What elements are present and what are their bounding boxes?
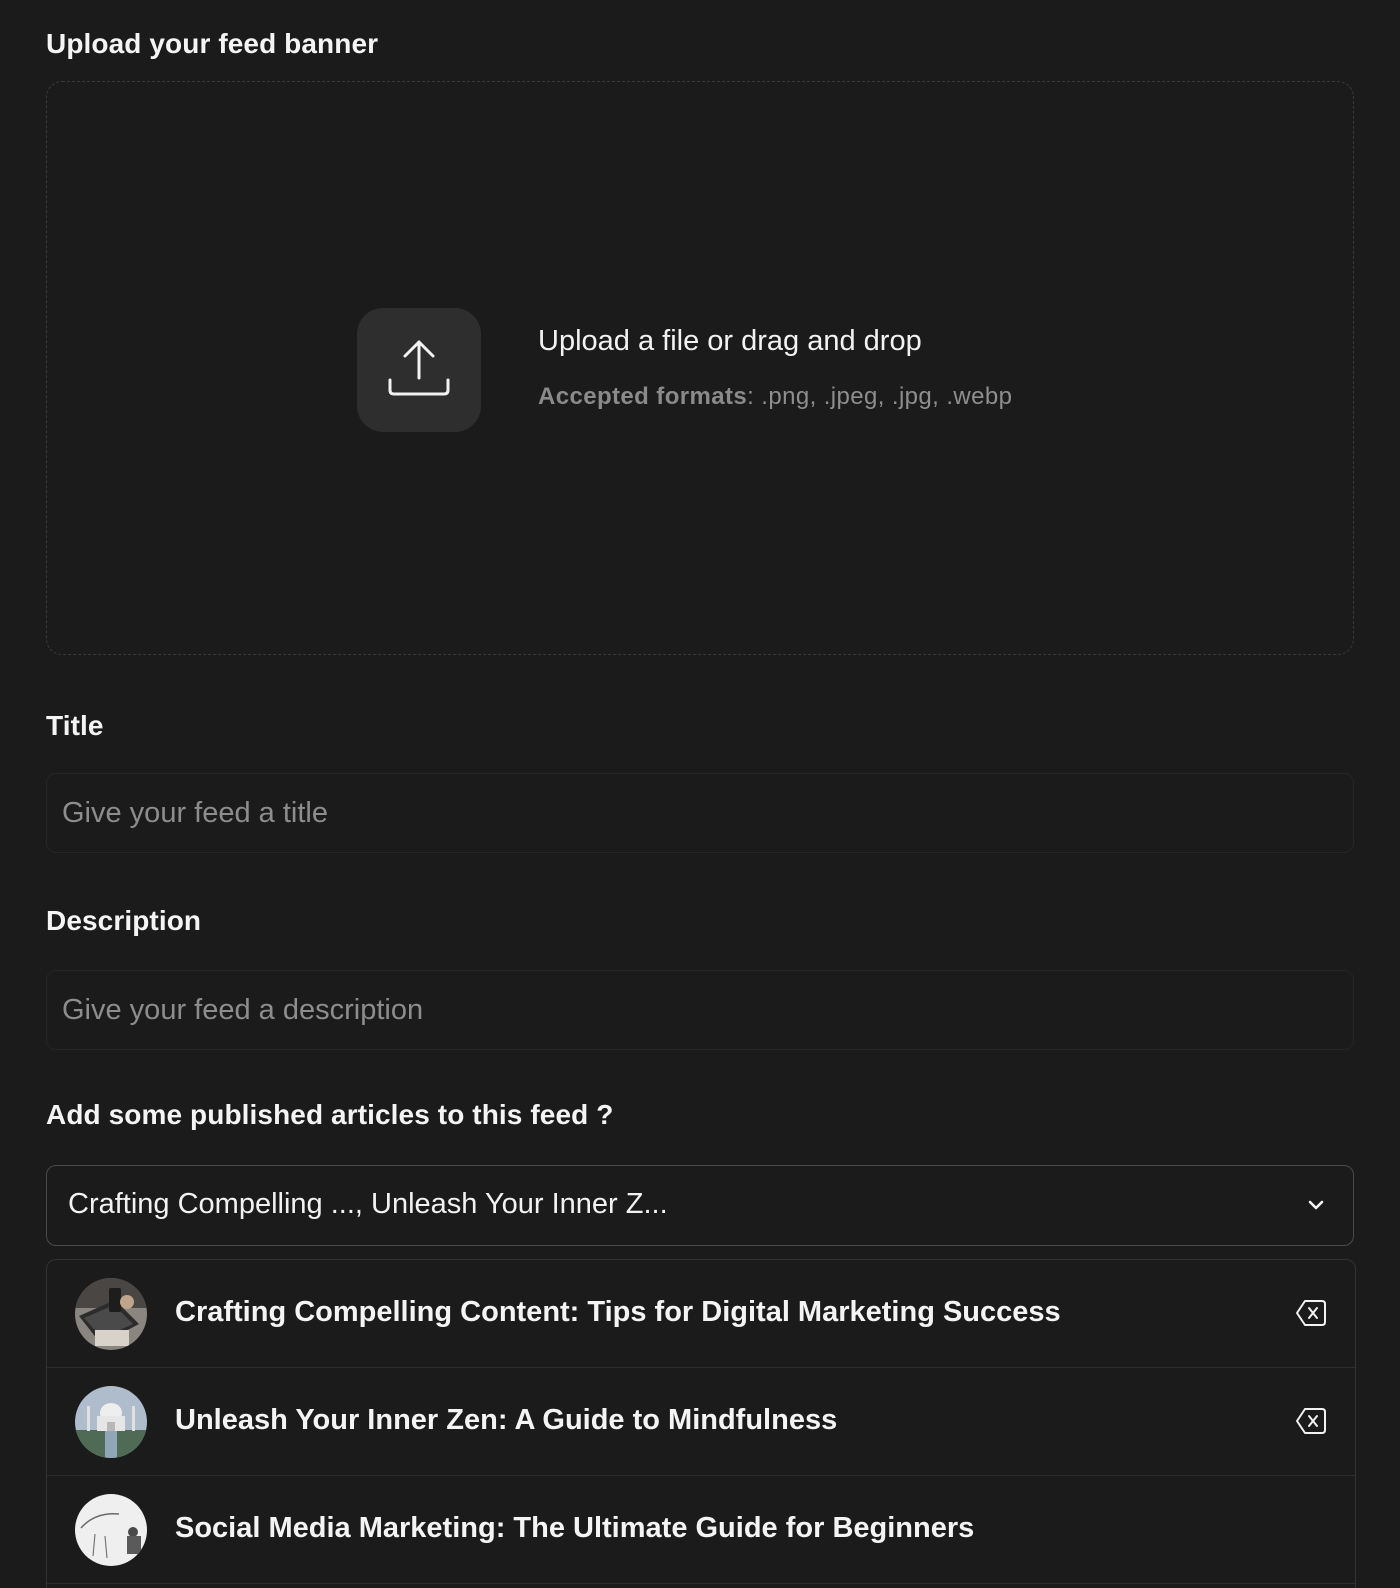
title-input[interactable] xyxy=(46,773,1354,853)
upload-button[interactable] xyxy=(357,308,481,432)
article-thumbnail xyxy=(75,1494,147,1566)
banner-label: Upload your feed banner xyxy=(46,28,379,59)
upload-icon xyxy=(387,336,451,405)
article-title: Social Media Marketing: The Ultimate Gui… xyxy=(175,1512,975,1544)
article-title: Crafting Compelling Content: Tips for Di… xyxy=(175,1296,1061,1328)
accepted-formats: Accepted formats: .png, .jpeg, .jpg, .we… xyxy=(538,383,1012,411)
articles-select[interactable]: Crafting Compelling ..., Unleash Your In… xyxy=(46,1165,1354,1246)
description-input[interactable] xyxy=(46,970,1354,1050)
description-label: Description xyxy=(46,905,202,936)
articles-options-list: Crafting Compelling Content: Tips for Di… xyxy=(46,1259,1356,1588)
chevron-down-icon xyxy=(1307,1196,1325,1219)
article-thumbnail xyxy=(75,1278,147,1350)
article-option[interactable]: Crafting Compelling Content: Tips for Di… xyxy=(47,1260,1355,1368)
articles-label: Add some published articles to this feed… xyxy=(46,1099,614,1130)
create-feed-form: Upload your feed banner Upload a file or… xyxy=(0,0,1400,1588)
articles-selected-summary: Crafting Compelling ..., Unleash Your In… xyxy=(68,1188,668,1220)
article-thumbnail xyxy=(75,1386,147,1458)
title-label: Title xyxy=(46,710,104,741)
accepted-formats-label: Accepted formats xyxy=(538,383,748,410)
accepted-formats-list: : .png, .jpeg, .jpg, .webp xyxy=(747,383,1013,410)
upload-title: Upload a file or drag and drop xyxy=(538,325,922,357)
article-option[interactable]: Social Media Marketing: The Ultimate Gui… xyxy=(47,1476,1355,1584)
remove-selection-icon[interactable] xyxy=(1295,1298,1327,1328)
banner-dropzone[interactable]: Upload a file or drag and drop Accepted … xyxy=(46,81,1354,655)
remove-selection-icon[interactable] xyxy=(1295,1406,1327,1436)
article-title: Unleash Your Inner Zen: A Guide to Mindf… xyxy=(175,1404,838,1436)
article-option[interactable]: Unleash Your Inner Zen: A Guide to Mindf… xyxy=(47,1368,1355,1476)
